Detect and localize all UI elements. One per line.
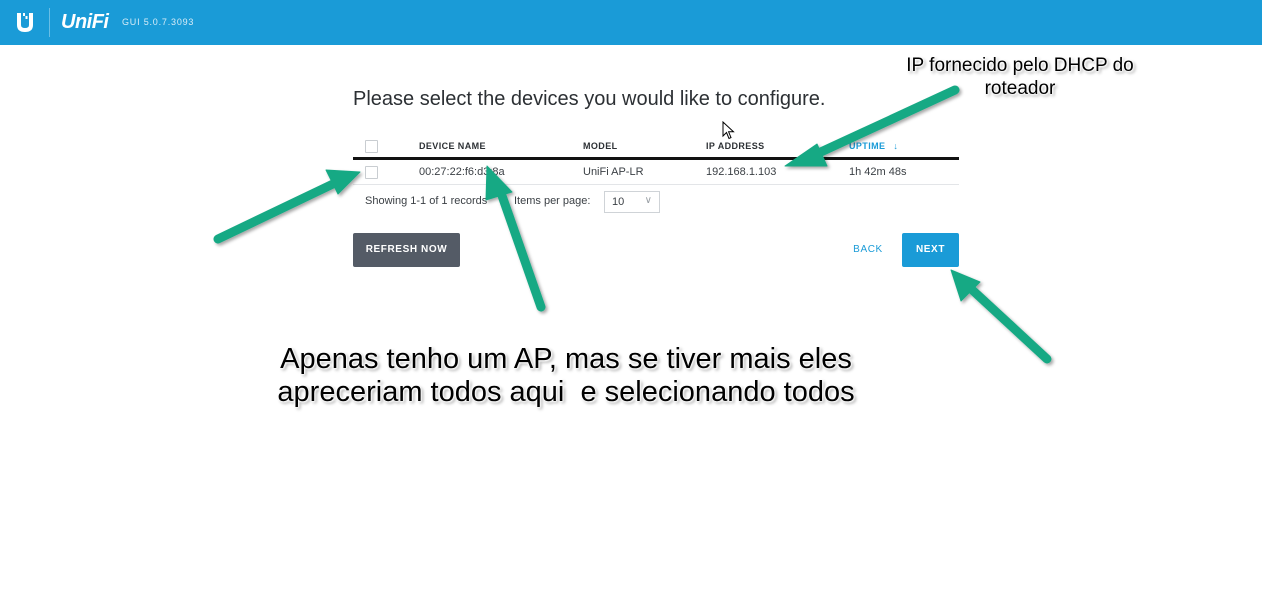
gui-version: GUI 5.0.7.3093 — [122, 17, 195, 27]
unifi-logo[interactable]: UniFi — [61, 11, 109, 34]
annotation-dhcp-ip-line1: IP fornecido pelo DHCP do — [906, 55, 1134, 76]
top-bar: UniFi GUI 5.0.7.3093 — [0, 0, 1262, 45]
mouse-cursor-icon — [722, 121, 735, 140]
chevron-down-icon: ∨ — [644, 195, 652, 206]
items-per-page-select[interactable]: 10 ∨ — [604, 191, 660, 213]
items-per-page-label: Items per page: — [514, 195, 591, 207]
select-all-checkbox[interactable] — [365, 140, 378, 153]
items-per-page-value: 10 — [612, 196, 625, 208]
annotation-dhcp-ip: IP fornecido pelo DHCP do roteador — [880, 54, 1160, 100]
back-button[interactable]: BACK — [846, 233, 890, 267]
arrow-to-checkbox — [213, 178, 340, 244]
annotation-single-ap-line1: Apenas tenho um AP, mas se tiver mais el… — [280, 343, 852, 375]
cell-device-name: 00:27:22:f6:d3:8a — [419, 166, 505, 178]
column-uptime[interactable]: UPTIME ↓ — [849, 141, 898, 151]
ubiquiti-u-icon[interactable] — [13, 10, 37, 34]
cell-ip-address: 192.168.1.103 — [706, 166, 777, 178]
arrow-to-device — [495, 185, 546, 312]
header-divider — [49, 8, 50, 37]
page-title: Please select the devices you would like… — [353, 88, 826, 110]
annotation-single-ap-line2: apreceriam todos aqui e selecionando tod… — [277, 376, 855, 408]
annotation-single-ap: Apenas tenho um AP, mas se tiver mais el… — [256, 343, 876, 409]
row-checkbox[interactable] — [365, 166, 378, 179]
records-count: Showing 1-1 of 1 records — [365, 195, 488, 207]
refresh-now-button[interactable]: REFRESH NOW — [353, 233, 460, 267]
table-row[interactable]: 00:27:22:f6:d3:8a UniFi AP-LR 192.168.1.… — [353, 160, 959, 185]
table-header: DEVICE NAME MODEL IP ADDRESS UPTIME ↓ — [353, 136, 959, 160]
column-ip-address[interactable]: IP ADDRESS — [706, 141, 765, 151]
arrow-to-next-head — [950, 269, 981, 302]
column-model[interactable]: MODEL — [583, 141, 618, 151]
arrow-to-next — [963, 281, 1052, 364]
device-table: DEVICE NAME MODEL IP ADDRESS UPTIME ↓ 00… — [353, 136, 959, 185]
sort-down-icon: ↓ — [893, 141, 899, 151]
column-uptime-label: UPTIME — [849, 141, 886, 151]
annotation-dhcp-ip-line2: roteador — [984, 78, 1056, 99]
column-device-name[interactable]: DEVICE NAME — [419, 141, 486, 151]
next-button[interactable]: NEXT — [902, 233, 959, 267]
cell-model: UniFi AP-LR — [583, 166, 644, 178]
cell-uptime: 1h 42m 48s — [849, 166, 907, 178]
